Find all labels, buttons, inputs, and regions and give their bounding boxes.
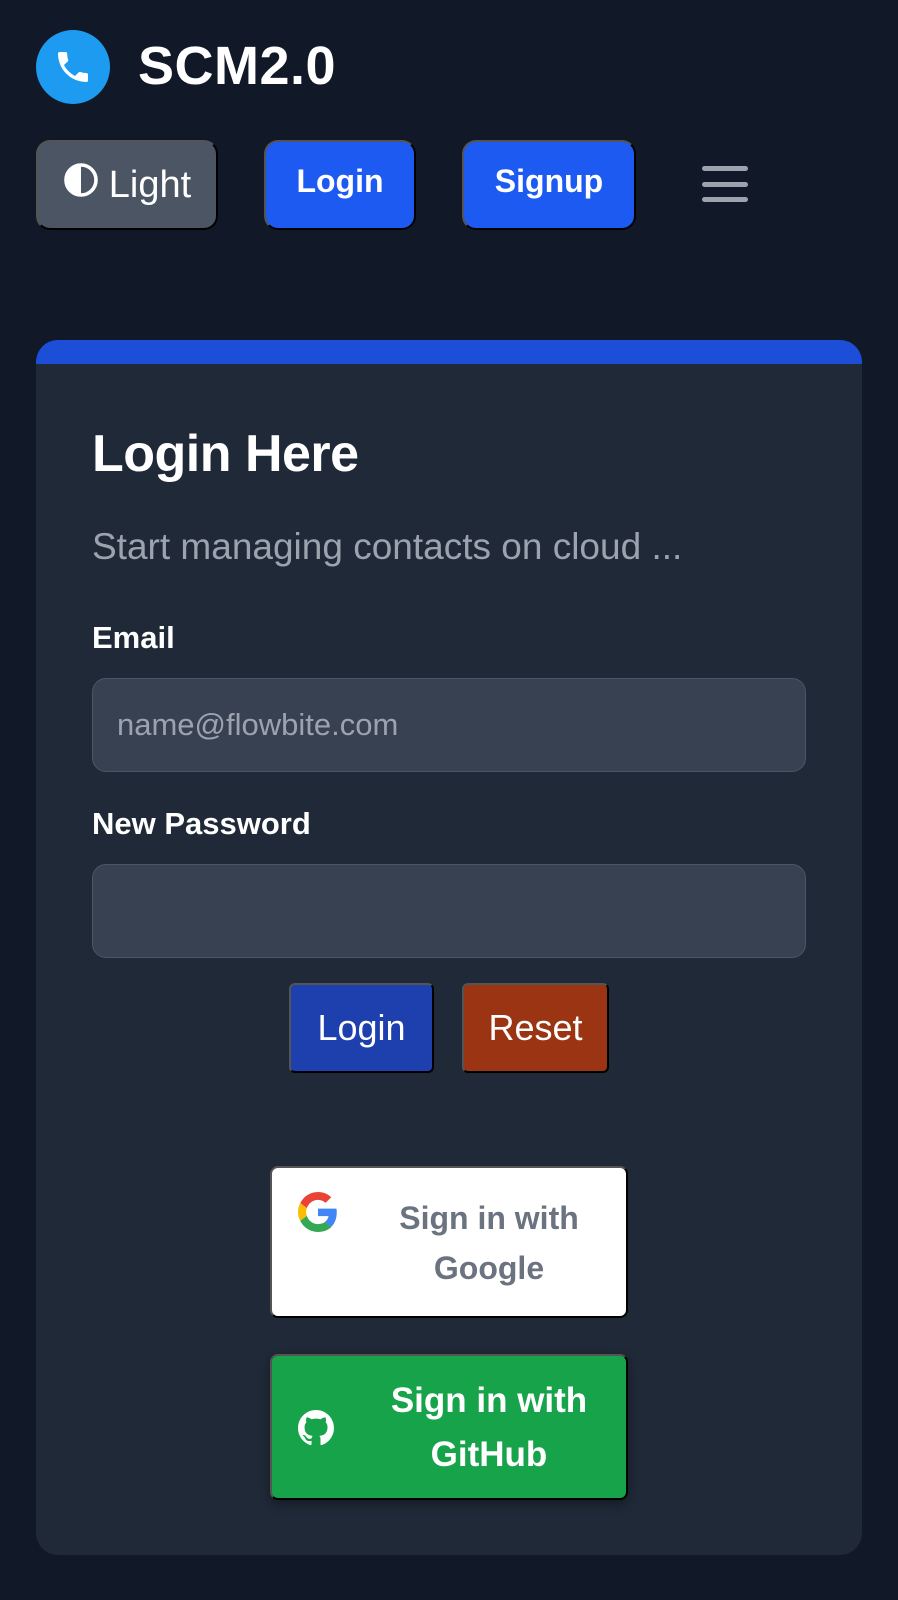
theme-toggle-button[interactable]: Light: [36, 140, 218, 230]
login-button[interactable]: Login: [289, 983, 434, 1073]
page-subtitle: Start managing contacts on cloud ...: [92, 526, 683, 567]
hamburger-menu-icon[interactable]: [700, 162, 750, 206]
password-field[interactable]: [92, 864, 806, 958]
contrast-icon: [63, 162, 99, 208]
nav-login-button[interactable]: Login: [264, 140, 416, 230]
phone-icon[interactable]: [36, 30, 110, 104]
nav-signup-button[interactable]: Signup: [462, 140, 636, 230]
reset-button[interactable]: Reset: [462, 983, 609, 1073]
github-icon: [298, 1410, 334, 1449]
github-signin-label: Sign in with GitHub: [390, 1381, 588, 1475]
brand-title[interactable]: SCM2.0: [138, 34, 336, 98]
login-card: Login Here Start managing contacts on cl…: [36, 340, 862, 1555]
google-signin-label: Sign in with Google: [399, 1200, 579, 1286]
google-icon: [298, 1192, 338, 1235]
password-label: New Password: [92, 806, 311, 841]
page-title: Login Here: [92, 425, 359, 483]
email-label: Email: [92, 620, 175, 655]
email-field[interactable]: [92, 678, 806, 772]
navbar: SCM2.0 Light Login Signup: [0, 0, 898, 260]
theme-toggle-label: Light: [108, 163, 192, 206]
google-signin-button[interactable]: Sign in with Google: [270, 1166, 628, 1318]
github-signin-button[interactable]: Sign in with GitHub: [270, 1354, 628, 1500]
